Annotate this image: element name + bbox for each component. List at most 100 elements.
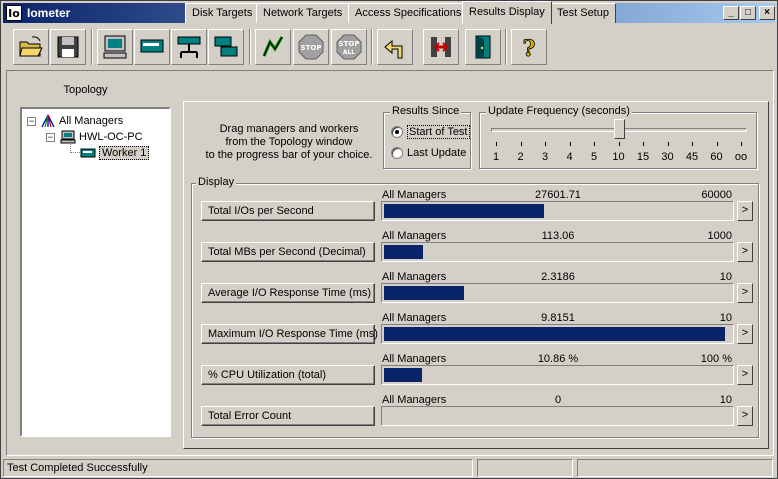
- metric-source-label: All Managers: [382, 271, 447, 283]
- metric-progress-bar[interactable]: [381, 365, 734, 385]
- metric-source-label: All Managers: [382, 312, 447, 324]
- new-disk-worker-button[interactable]: [134, 29, 170, 65]
- metric-expand-button[interactable]: >: [737, 201, 753, 221]
- metric-source-label: All Managers: [382, 230, 447, 242]
- start-tests-button[interactable]: [255, 29, 291, 65]
- start-flag-icon: [262, 36, 284, 57]
- new-network-worker-button[interactable]: [171, 29, 207, 65]
- metric-selector-button[interactable]: Average I/O Response Time (ms): [201, 283, 375, 303]
- close-button[interactable]: ×: [759, 6, 775, 20]
- metric-expand-button[interactable]: >: [737, 324, 753, 344]
- metric-expand-button[interactable]: >: [737, 283, 753, 303]
- tree-item-all-managers[interactable]: All Managers: [40, 113, 123, 129]
- help-icon-label: ?: [523, 36, 536, 60]
- iometer-window: Io Iometer _ □ × STOP STOP ALL ? Topolog…: [0, 0, 778, 479]
- last-update-radio[interactable]: [391, 147, 403, 159]
- start-of-test-label[interactable]: Start of Test: [407, 125, 470, 139]
- results-since-title: Results Since: [390, 105, 462, 117]
- metric-progress-bar[interactable]: [381, 242, 734, 262]
- metric-progress-bar[interactable]: [381, 324, 734, 344]
- metric-value: 113.06: [541, 230, 575, 242]
- metric-progress-bar[interactable]: [381, 406, 734, 426]
- metric-progress-fill: [384, 286, 464, 300]
- duplicate-worker-icon: [214, 36, 238, 57]
- duplicate-worker-button[interactable]: [208, 29, 244, 65]
- slider-tick: [667, 142, 669, 146]
- stop-all-button[interactable]: STOP ALL: [331, 29, 367, 65]
- metric-max: 60000: [701, 189, 732, 201]
- metric-source-label: All Managers: [382, 394, 447, 406]
- metric-expand-button[interactable]: >: [737, 242, 753, 262]
- stop-all-icon-label-1: STOP: [339, 40, 360, 48]
- tree-item-label: Worker 1: [99, 146, 150, 160]
- tree-line: [70, 152, 80, 153]
- help-button[interactable]: ?: [511, 29, 547, 65]
- status-panel-3: [577, 459, 773, 477]
- metric-progress-bar[interactable]: [381, 201, 734, 221]
- metric-selector-button[interactable]: Maximum I/O Response Time (ms): [201, 324, 378, 344]
- tree-item-worker-1[interactable]: Worker 1: [80, 145, 150, 161]
- toolbar-separator: [249, 29, 251, 65]
- metric-value: 9.8151: [541, 312, 575, 324]
- toolbar-separator: [91, 29, 93, 65]
- status-panel-2: [477, 459, 573, 477]
- metric-expand-button[interactable]: >: [737, 406, 753, 426]
- stop-button[interactable]: STOP: [293, 29, 329, 65]
- tab-results-display[interactable]: Results Display: [462, 1, 552, 24]
- metric-source-label: All Managers: [382, 353, 447, 365]
- metric-selector-button[interactable]: Total I/Os per Second: [201, 201, 375, 221]
- all-managers-icon: [41, 114, 55, 128]
- metric-progress-bar[interactable]: [381, 283, 734, 303]
- slider-tick: [520, 142, 522, 146]
- tree-expander-all-managers[interactable]: −: [27, 117, 36, 126]
- disconnect-button[interactable]: [423, 29, 459, 65]
- tree-expander-hwl-oc-pc[interactable]: −: [46, 133, 55, 142]
- display-title: Display: [196, 176, 237, 188]
- metric-value: 27601.71: [535, 189, 581, 201]
- stop-all-icon: STOP ALL: [336, 34, 362, 60]
- metric-selector-button[interactable]: Total Error Count: [201, 406, 375, 426]
- slider-tick: [594, 142, 595, 146]
- metric-max: 1000: [707, 230, 732, 242]
- tree-item-hwl-oc-pc[interactable]: HWL-OC-PC: [60, 129, 143, 145]
- topology-tree[interactable]: − All Managers − HWL-OC-PC Worker 1: [20, 107, 171, 437]
- stop-icon: STOP: [298, 34, 324, 60]
- metric-progress-fill: [384, 368, 422, 382]
- toolbar-separator: [505, 29, 507, 65]
- tree-item-label: HWL-OC-PC: [79, 131, 143, 143]
- start-of-test-radio[interactable]: [391, 126, 403, 138]
- exit-button[interactable]: [465, 29, 501, 65]
- tab-disk-targets[interactable]: Disk Targets: [185, 3, 260, 23]
- display-button[interactable]: [97, 29, 133, 65]
- slider-tick: [618, 142, 620, 146]
- maximize-button[interactable]: □: [740, 6, 756, 20]
- tab-access-specifications[interactable]: Access Specifications: [348, 3, 469, 23]
- save-button[interactable]: [50, 29, 86, 65]
- tab-test-setup[interactable]: Test Setup: [550, 3, 616, 23]
- minimize-button[interactable]: _: [723, 6, 739, 20]
- last-update-label[interactable]: Last Update: [407, 147, 466, 159]
- help-icon: ?: [522, 36, 536, 60]
- app-icon: Io: [6, 5, 22, 21]
- reset-workers-button[interactable]: [377, 29, 413, 65]
- slider-tick: [741, 142, 742, 146]
- metric-selector-button[interactable]: % CPU Utilization (total): [201, 365, 375, 385]
- slider-tick: [716, 142, 718, 146]
- tab-network-targets[interactable]: Network Targets: [256, 3, 350, 23]
- metric-progress-fill: [384, 327, 725, 341]
- save-disk-icon: [57, 36, 79, 58]
- disconnect-icon: [431, 37, 451, 57]
- topology-title: Topology: [63, 84, 108, 96]
- network-worker-icon: [177, 36, 201, 58]
- window-title: Iometer: [27, 6, 71, 20]
- slider-tick: [496, 142, 497, 146]
- slider-tick: [569, 142, 571, 146]
- new-worker-icon: [140, 39, 164, 53]
- update-frequency-slider-thumb[interactable]: [614, 119, 625, 139]
- metric-expand-button[interactable]: >: [737, 365, 753, 385]
- metric-max: 100 %: [700, 353, 732, 365]
- slider-tick: [692, 142, 693, 146]
- open-button[interactable]: [13, 29, 49, 65]
- computer-icon: [60, 130, 76, 144]
- metric-selector-button[interactable]: Total MBs per Second (Decimal): [201, 242, 375, 262]
